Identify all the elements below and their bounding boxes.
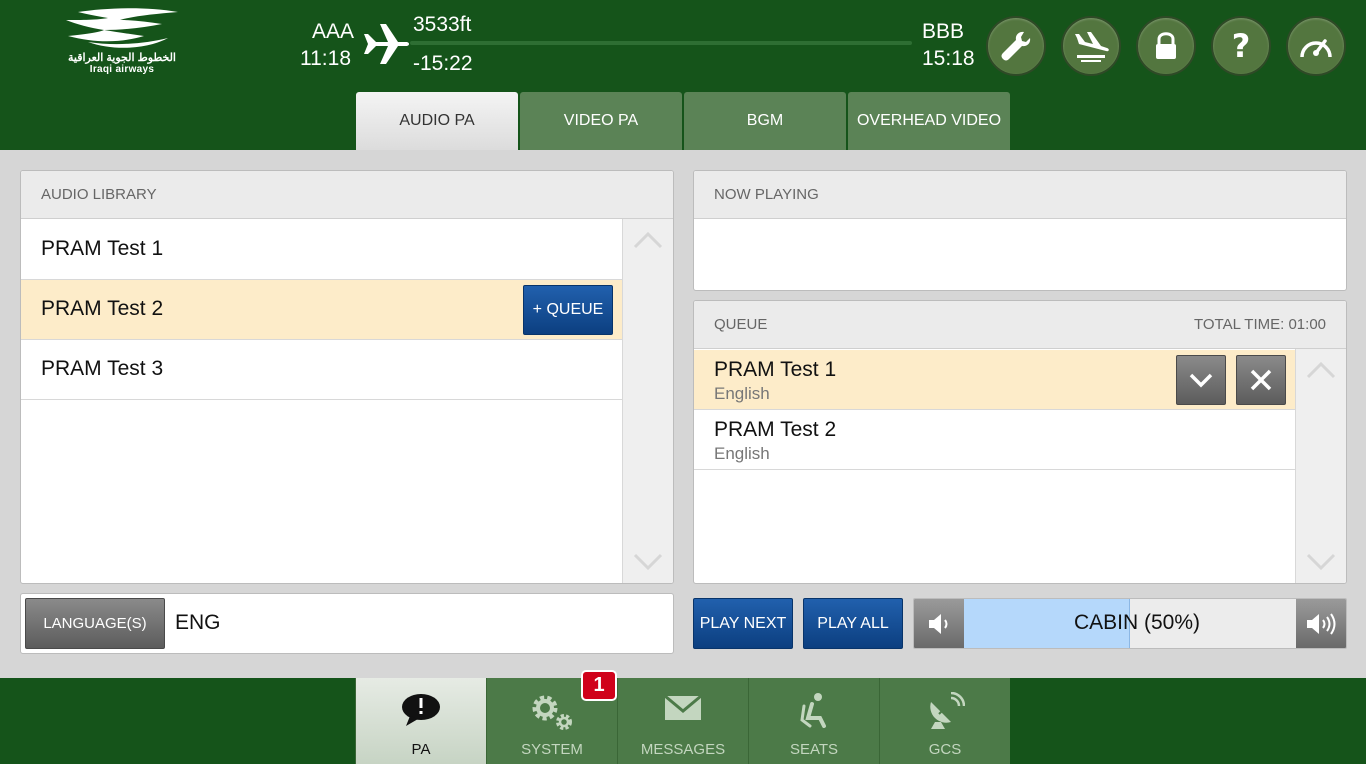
chevron-down-icon [1189, 373, 1213, 388]
volume-up-icon [1307, 612, 1336, 635]
top-bar: الخطوط الجوية العراقية Iraqi airways AAA… [0, 0, 1366, 150]
destination-code: BBB [922, 20, 965, 43]
nav-label: SEATS [789, 741, 839, 758]
nav-gcs[interactable]: GCS [879, 678, 1010, 764]
volume-label: CABIN (50%) [1074, 611, 1201, 634]
nav-seats[interactable]: SEATS [748, 678, 879, 764]
library-item-title: PRAM Test 3 [41, 357, 164, 380]
landing-button[interactable] [1061, 16, 1121, 76]
origin-code: AAA [312, 20, 355, 43]
audio-library-header: AUDIO LIBRARY [21, 171, 673, 219]
queue-header: QUEUE TOTAL TIME: 01:00 [694, 301, 1346, 349]
tab-overhead-video[interactable]: OVERHEAD VIDEO [848, 92, 1010, 150]
help-icon: ? [1231, 27, 1251, 65]
tab-audio-pa[interactable]: AUDIO PA [356, 92, 518, 150]
scroll-up-icon[interactable] [623, 231, 673, 249]
bird-logo-icon [66, 8, 178, 48]
volume-up-button[interactable] [1296, 599, 1346, 648]
scroll-up-icon[interactable] [1296, 361, 1346, 379]
gauge-icon [1300, 39, 1332, 58]
maintenance-button[interactable] [986, 16, 1046, 76]
lock-button[interactable] [1136, 16, 1196, 76]
queue-title: QUEUE [714, 316, 768, 333]
library-item-selected[interactable]: PRAM Test 2 + QUEUE [21, 280, 623, 340]
queue-scrollbar[interactable] [1295, 349, 1346, 583]
flight-progress: AAA 11:18 3533ft -15:22 BBB 15:18 [290, 10, 980, 80]
queue-panel: QUEUE TOTAL TIME: 01:00 PRAM Test 1 Engl… [693, 300, 1347, 584]
now-playing-panel: NOW PLAYING [693, 170, 1347, 291]
speech-bubble-icon [402, 694, 440, 726]
volume-down-button[interactable] [914, 599, 964, 648]
library-item-title: PRAM Test 1 [41, 237, 164, 260]
airline-logo: الخطوط الجوية العراقية Iraqi airways [62, 6, 182, 86]
origin-time: 11:18 [300, 47, 351, 70]
landing-icon [1075, 32, 1109, 62]
remove-from-queue-button[interactable] [1236, 355, 1286, 405]
play-next-button[interactable]: PLAY NEXT [693, 598, 793, 649]
queue-item-title: PRAM Test 2 [714, 418, 837, 441]
wrench-icon [1001, 31, 1031, 61]
cabin-volume-slider[interactable]: CABIN (50%) [913, 598, 1347, 649]
scroll-down-icon[interactable] [623, 553, 673, 571]
gears-icon [532, 695, 572, 730]
queue-item[interactable]: PRAM Test 2 English [694, 410, 1296, 470]
envelope-icon [664, 694, 702, 720]
now-playing-header: NOW PLAYING [694, 171, 1346, 219]
flight-progress-track [410, 41, 912, 45]
system-notification-badge: 1 [581, 670, 617, 701]
queue-item-title: PRAM Test 1 [714, 358, 837, 381]
airline-arabic-name: الخطوط الجوية العراقية [68, 52, 176, 64]
close-icon [1250, 369, 1272, 391]
nav-pa[interactable]: PA [355, 678, 486, 764]
nav-label: GCS [928, 741, 962, 758]
volume-down-icon [929, 613, 948, 634]
help-button[interactable]: ? [1211, 16, 1271, 76]
queue-item-language: English [714, 384, 770, 403]
nav-label: MESSAGES [640, 741, 726, 758]
audio-library-panel: AUDIO LIBRARY PRAM Test 1 PRAM Test 2 + … [20, 170, 674, 584]
nav-messages[interactable]: MESSAGES [617, 678, 748, 764]
library-item-title: PRAM Test 2 [41, 297, 164, 320]
satellite-dish-icon [930, 692, 965, 729]
performance-button[interactable] [1286, 16, 1346, 76]
library-item[interactable]: PRAM Test 3 [21, 340, 623, 400]
library-scrollbar[interactable] [622, 219, 673, 583]
destination-time: 15:18 [922, 47, 975, 70]
languages-button[interactable]: LANGUAGE(S) [25, 598, 165, 649]
language-bar: LANGUAGE(S) ENG [20, 593, 674, 654]
library-item[interactable]: PRAM Test 1 [21, 220, 623, 280]
add-to-queue-button[interactable]: + QUEUE [523, 285, 613, 335]
nav-label: SYSTEM [521, 741, 583, 758]
queue-item-selected[interactable]: PRAM Test 1 English [694, 350, 1296, 410]
time-remaining: -15:22 [413, 52, 473, 75]
tab-bgm[interactable]: BGM [684, 92, 846, 150]
airline-english-name: Iraqi airways [89, 64, 155, 75]
queue-total-time: TOTAL TIME: 01:00 [1194, 316, 1326, 333]
seat-icon [800, 693, 826, 728]
play-all-button[interactable]: PLAY ALL [803, 598, 903, 649]
move-down-button[interactable] [1176, 355, 1226, 405]
queue-item-language: English [714, 444, 770, 463]
lock-icon [1156, 32, 1176, 59]
altitude: 3533ft [413, 13, 472, 36]
scroll-down-icon[interactable] [1296, 553, 1346, 571]
airplane-icon [358, 22, 410, 71]
selected-language: ENG [175, 611, 221, 634]
nav-label: PA [411, 741, 431, 758]
tab-video-pa[interactable]: VIDEO PA [520, 92, 682, 150]
bottom-nav: PA SYSTEM MESSAGES SEATS GCS [0, 678, 1366, 764]
